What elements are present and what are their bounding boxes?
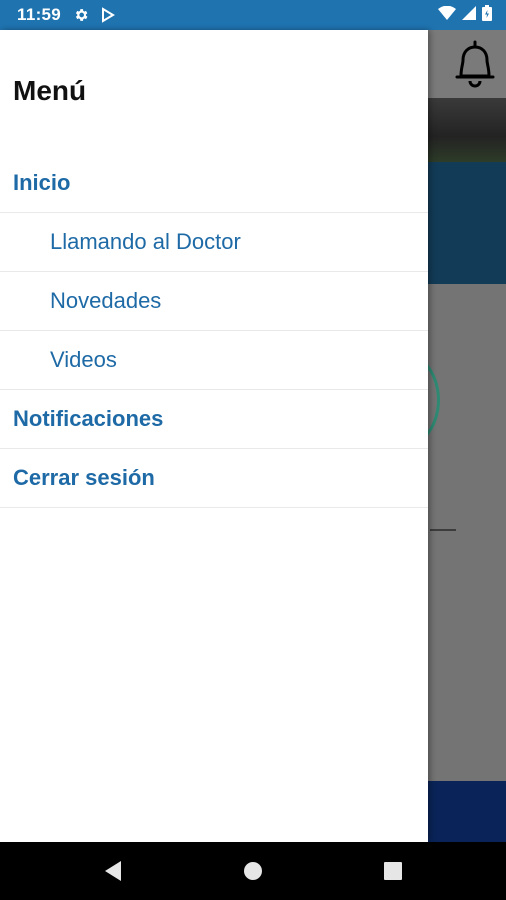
drawer-menu: Inicio Llamando al Doctor Novedades Vide… xyxy=(0,154,428,508)
play-store-icon xyxy=(101,7,115,23)
menu-item-novedades[interactable]: Novedades xyxy=(0,272,428,331)
wifi-icon xyxy=(438,5,456,25)
drawer-title: Menú xyxy=(13,75,87,106)
bell-icon[interactable] xyxy=(452,38,498,90)
menu-item-cerrar-sesion[interactable]: Cerrar sesión xyxy=(0,449,428,508)
gear-icon xyxy=(73,7,89,23)
back-icon[interactable] xyxy=(83,842,143,900)
home-icon[interactable] xyxy=(223,842,283,900)
signal-icon xyxy=(462,5,476,25)
status-bar: 11:59 xyxy=(0,0,506,30)
navigation-drawer: Menú Inicio Llamando al Doctor Novedades… xyxy=(0,30,428,842)
background-divider xyxy=(430,529,456,531)
menu-item-videos[interactable]: Videos xyxy=(0,331,428,390)
status-time: 11:59 xyxy=(17,5,62,24)
navigation-bar xyxy=(0,842,506,900)
recents-icon[interactable] xyxy=(363,842,423,900)
menu-item-llamando-al-doctor[interactable]: Llamando al Doctor xyxy=(0,213,428,272)
menu-item-notificaciones[interactable]: Notificaciones xyxy=(0,390,428,449)
battery-icon xyxy=(482,4,492,26)
menu-item-inicio[interactable]: Inicio xyxy=(0,154,428,213)
